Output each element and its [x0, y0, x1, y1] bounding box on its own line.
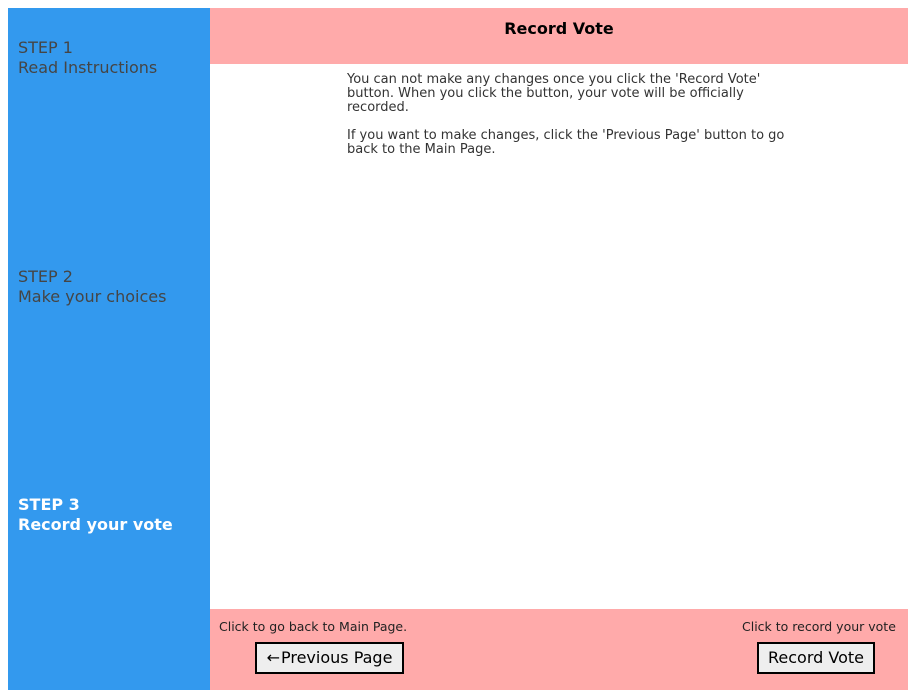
step-2-number: STEP 2	[18, 267, 73, 286]
step-3-label: Record your vote	[18, 515, 173, 534]
step-2: STEP 2 Make your choices	[18, 267, 166, 307]
page-title: Record Vote	[504, 19, 614, 38]
instruction-paragraph-warning: You can not make any changes once you cl…	[347, 72, 761, 115]
page-header: Record Vote	[210, 8, 908, 64]
left-arrow-icon: ←	[266, 648, 280, 667]
main-content: You can not make any changes once you cl…	[210, 64, 908, 609]
steps-sidebar: STEP 1 Read Instructions STEP 2 Make you…	[8, 8, 210, 690]
step-3-number: STEP 3	[18, 495, 80, 514]
step-1: STEP 1 Read Instructions	[18, 38, 157, 78]
record-hint: Click to record your vote	[742, 619, 896, 634]
page-footer: Click to go back to Main Page. Click to …	[210, 609, 908, 690]
back-hint: Click to go back to Main Page.	[219, 619, 408, 634]
instruction-paragraph-changes: If you want to make changes, click the '…	[347, 128, 785, 157]
instructions: You can not make any changes once you cl…	[347, 73, 797, 171]
record-vote-button[interactable]: Record Vote	[757, 642, 875, 674]
previous-page-label: Previous Page	[280, 648, 393, 667]
step-1-label: Read Instructions	[18, 58, 158, 77]
step-2-label: Make your choices	[18, 287, 167, 306]
previous-page-button[interactable]: ←Previous Page	[255, 642, 404, 674]
step-1-number: STEP 1	[18, 38, 73, 57]
record-vote-label: Record Vote	[768, 648, 864, 667]
step-3-current: STEP 3 Record your vote	[18, 495, 173, 535]
